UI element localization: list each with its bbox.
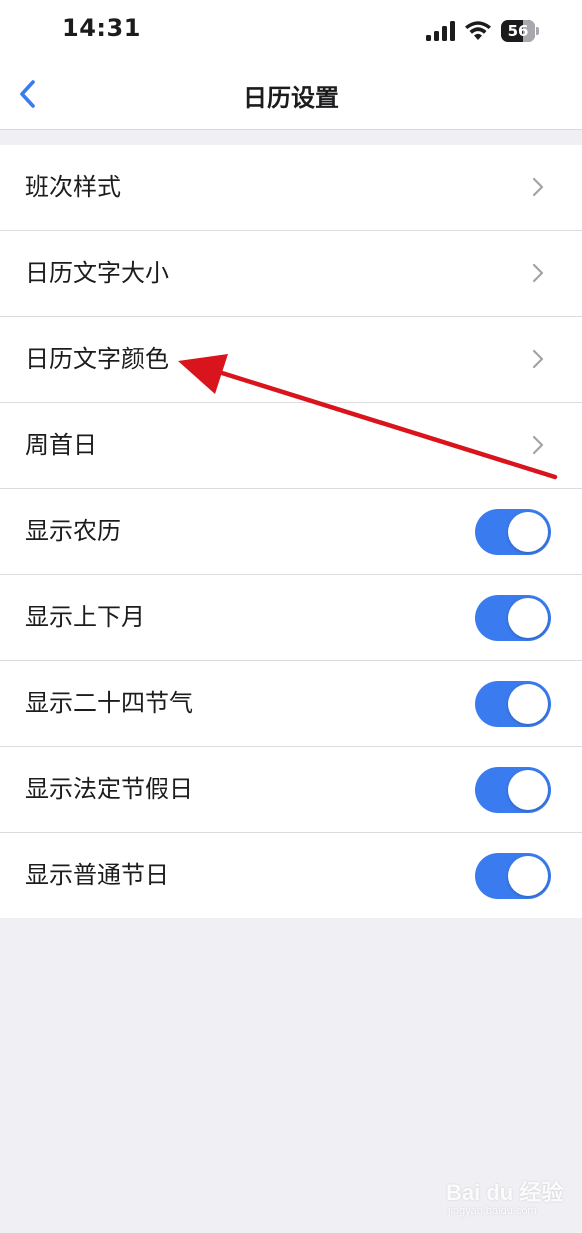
battery-cap <box>536 27 539 35</box>
watermark-logo: Bai du 经验 <box>446 1180 564 1205</box>
toggle-switch[interactable] <box>475 509 551 555</box>
row-label: 日历文字颜色 <box>25 345 169 373</box>
row-label: 显示农历 <box>25 517 121 545</box>
chevron-right-icon <box>532 263 544 283</box>
chevron-right-icon <box>532 177 544 197</box>
battery-icon: 56 <box>501 20 541 42</box>
toggle-switch[interactable] <box>475 767 551 813</box>
chevron-right-icon <box>532 349 544 369</box>
settings-list: 班次样式 日历文字大小 日历文字颜色 周首日 显示农历 显示上下月 显示二十四节… <box>0 145 582 918</box>
chevron-right-icon <box>532 435 544 455</box>
toggle-knob <box>508 856 548 896</box>
row-label: 显示二十四节气 <box>25 689 193 717</box>
settings-row-common-festivals: 显示普通节日 <box>0 833 582 918</box>
row-label: 显示法定节假日 <box>25 775 193 803</box>
top-bar-area: 14:31 56 日历设置 <box>0 0 582 130</box>
toggle-switch[interactable] <box>475 853 551 899</box>
page-title: 日历设置 <box>243 84 339 112</box>
status-bar: 14:31 56 <box>0 0 582 62</box>
settings-row-text-color[interactable]: 日历文字颜色 <box>0 317 582 403</box>
signal-icon <box>426 21 455 41</box>
toggle-knob <box>508 684 548 724</box>
battery-body: 56 <box>501 20 535 42</box>
toggle-knob <box>508 598 548 638</box>
settings-row-lunar: 显示农历 <box>0 489 582 575</box>
battery-level: 56 <box>507 22 529 40</box>
settings-row-shift-style[interactable]: 班次样式 <box>0 145 582 231</box>
toggle-knob <box>508 512 548 552</box>
settings-row-public-holidays: 显示法定节假日 <box>0 747 582 833</box>
toggle-switch[interactable] <box>475 595 551 641</box>
wifi-icon <box>465 21 491 40</box>
row-label: 显示普通节日 <box>25 861 169 889</box>
settings-row-first-weekday[interactable]: 周首日 <box>0 403 582 489</box>
settings-row-solar-terms: 显示二十四节气 <box>0 661 582 747</box>
row-label: 班次样式 <box>25 173 121 201</box>
navigation-bar: 日历设置 <box>0 62 582 129</box>
toggle-knob <box>508 770 548 810</box>
toggle-switch[interactable] <box>475 681 551 727</box>
row-label: 显示上下月 <box>25 603 145 631</box>
row-label: 日历文字大小 <box>25 259 169 287</box>
settings-row-text-size[interactable]: 日历文字大小 <box>0 231 582 317</box>
watermark: Bai du 经验 jingyan.baidu.com <box>446 1175 566 1225</box>
settings-row-adjacent-months: 显示上下月 <box>0 575 582 661</box>
watermark-subtext: jingyan.baidu.com <box>448 1205 537 1217</box>
status-time: 14:31 <box>62 14 141 42</box>
row-label: 周首日 <box>25 431 97 459</box>
